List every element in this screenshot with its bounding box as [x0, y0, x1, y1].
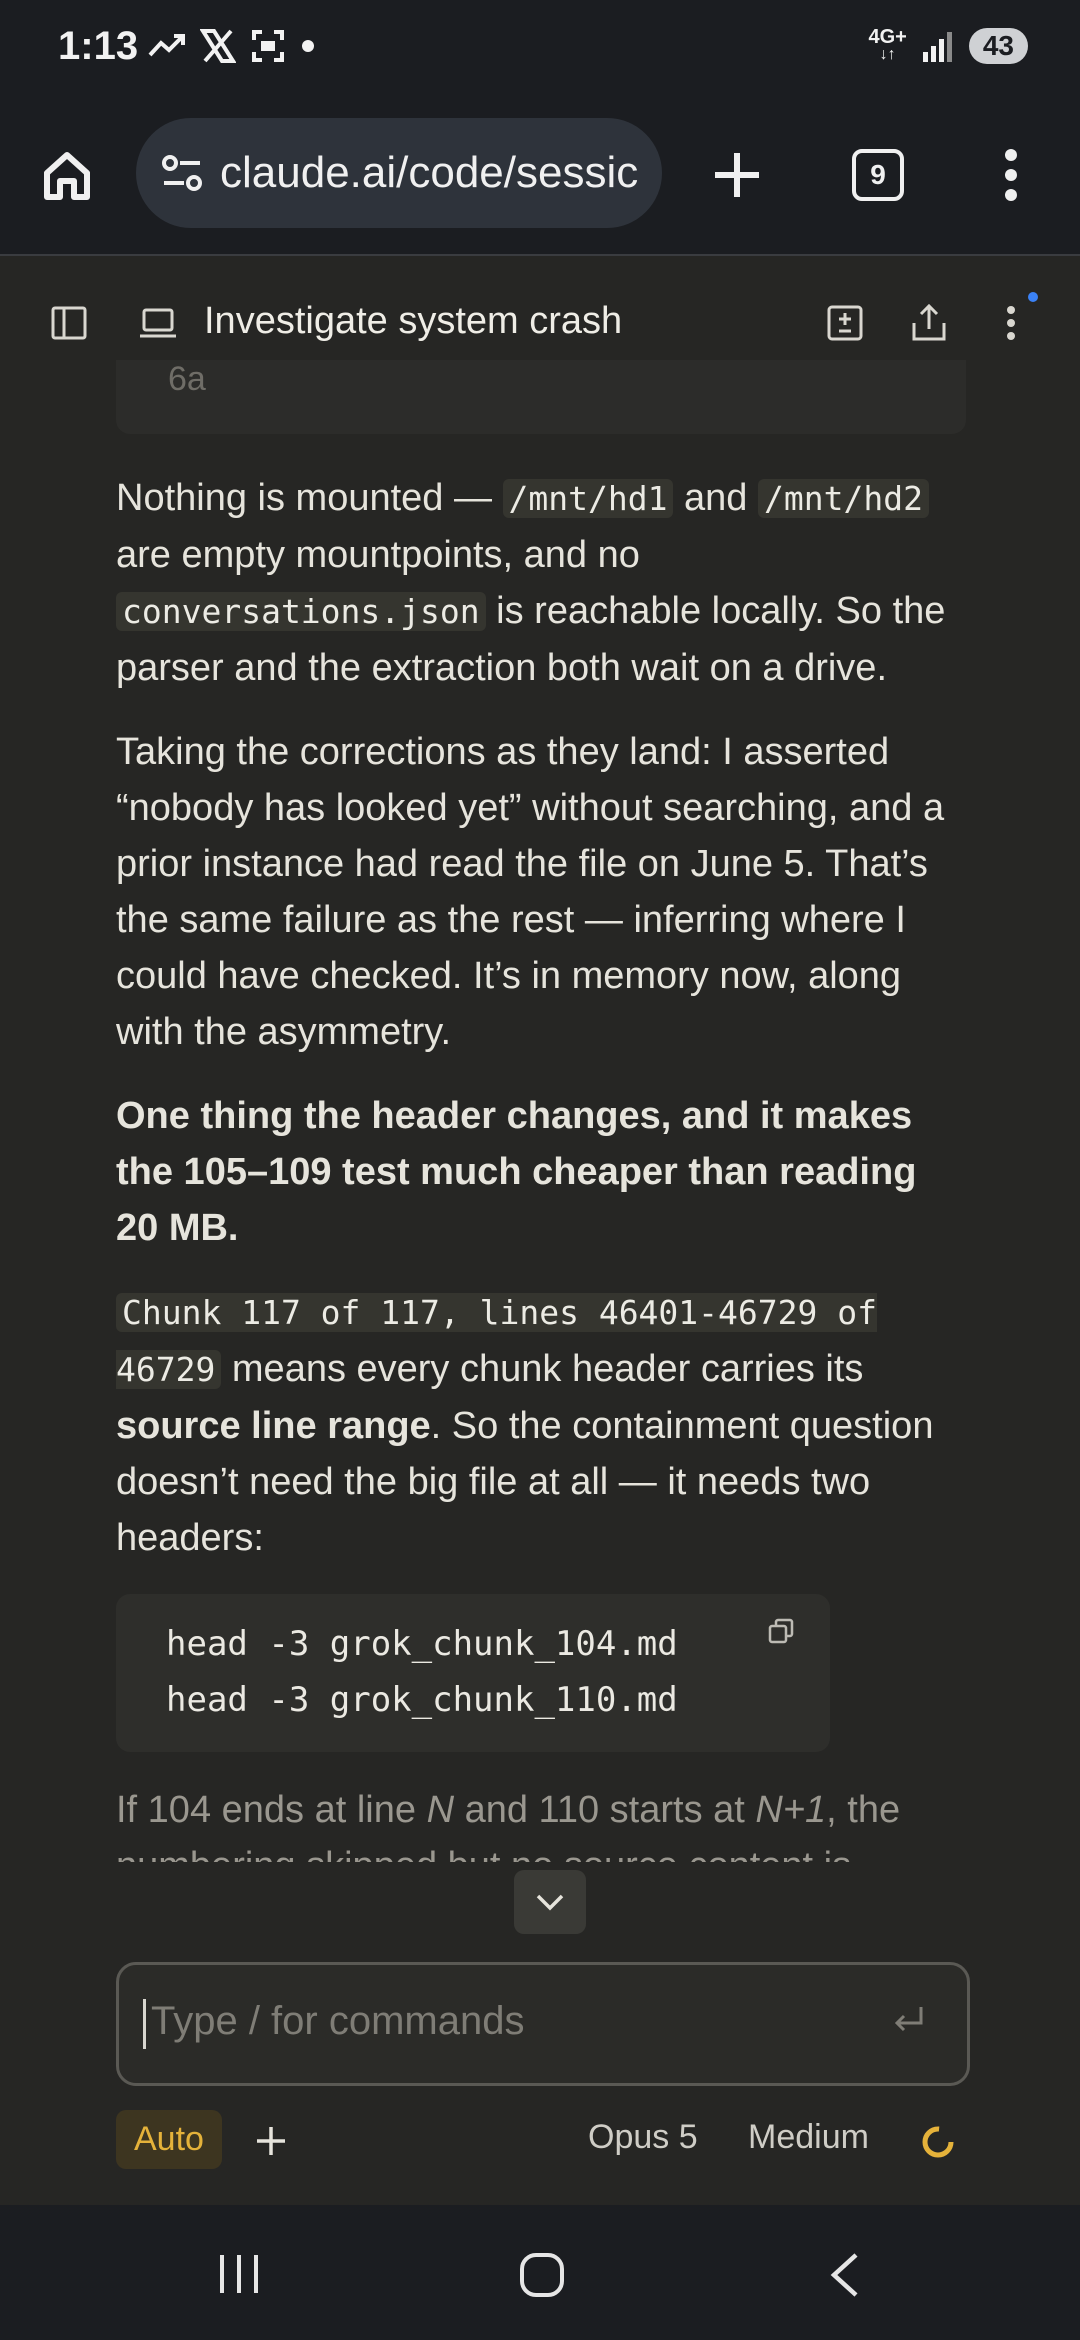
new-tab-button[interactable]: [702, 140, 772, 210]
recents-icon[interactable]: [216, 2251, 262, 2297]
session-menu-button[interactable]: [986, 298, 1036, 348]
x-app-icon: [200, 29, 236, 63]
notification-dot: [1028, 292, 1038, 302]
tabs-count: 9: [852, 149, 904, 201]
system-navigation-bar: [0, 2205, 1080, 2340]
home-nav-icon[interactable]: [518, 2251, 566, 2299]
inline-code: /mnt/hd2: [758, 479, 929, 518]
home-button[interactable]: [32, 140, 102, 210]
address-bar[interactable]: claude.ai/code/sessic: [136, 118, 662, 228]
code-line: head -3 grok_chunk_104.md: [166, 1624, 678, 1664]
inline-code: /mnt/hd1: [502, 479, 674, 518]
status-bar: 1:13 4G+ ↓↑ 43: [0, 0, 1080, 100]
message-paragraph-partial: If 104 ends at line N and 110 starts at …: [116, 1789, 901, 1862]
share-button[interactable]: [904, 298, 954, 348]
plus-icon: [715, 153, 759, 197]
url-text: claude.ai/code/sessic: [220, 148, 639, 197]
home-icon: [44, 152, 90, 200]
network-type: 4G+ ↓↑: [868, 26, 907, 63]
signal-icon: [922, 32, 952, 62]
sidebar-toggle-button[interactable]: [44, 298, 94, 348]
bold-text: source line range: [116, 1405, 431, 1447]
status-time: 1:13: [58, 24, 139, 68]
code-block: head -3 grok_chunk_104.md head -3 grok_c…: [116, 1594, 830, 1752]
battery-indicator: 43: [968, 28, 1028, 64]
mode-auto-button[interactable]: Auto: [116, 2110, 222, 2169]
enter-icon[interactable]: [891, 2005, 925, 2035]
browser-toolbar: claude.ai/code/sessic 9: [0, 100, 1080, 256]
session-title: Investigate system crash: [204, 300, 623, 342]
more-vertical-icon: [1005, 149, 1017, 201]
tab-switcher-button[interactable]: 9: [843, 140, 913, 210]
loading-spinner-icon: [922, 2126, 954, 2158]
back-icon[interactable]: [826, 2251, 862, 2299]
message-paragraph: Nothing is mounted — /mnt/hd1 and /mnt/h…: [116, 477, 946, 689]
diff-icon: [827, 305, 863, 341]
chevron-down-icon: [536, 1894, 564, 1911]
screenshot-icon: [252, 30, 284, 62]
message-paragraph: Taking the corrections as they land: I a…: [116, 731, 945, 1053]
copy-icon[interactable]: [768, 1618, 794, 1644]
scroll-to-bottom-button[interactable]: [514, 1870, 586, 1934]
input-placeholder: Type / for commands: [151, 1999, 525, 2043]
composer-toolbar: Auto Opus 5 Medium: [0, 2110, 1080, 2190]
status-system-icons: 4G+ ↓↑ 43: [868, 26, 1028, 64]
previous-output-text: 6a: [168, 360, 206, 398]
text-caret: [143, 1999, 146, 2049]
previous-output-block: 6a: [116, 360, 966, 434]
add-icon[interactable]: [254, 2124, 288, 2158]
message-heading-paragraph: One thing the header changes, and it mak…: [116, 1095, 917, 1249]
message-paragraph: Chunk 117 of 117, lines 46401-46729 of 4…: [116, 1293, 934, 1559]
site-settings-icon[interactable]: [160, 151, 204, 195]
status-notification-icons: [148, 28, 316, 64]
inline-code: conversations.json: [116, 592, 486, 631]
model-selector[interactable]: Opus 5: [588, 2118, 698, 2157]
browser-menu-button[interactable]: [976, 140, 1046, 210]
code-line: head -3 grok_chunk_110.md: [166, 1680, 678, 1720]
effort-selector[interactable]: Medium: [748, 2118, 869, 2157]
assistant-message: Nothing is mounted — /mnt/hd1 and /mnt/h…: [116, 470, 966, 1890]
more-vertical-icon: [1007, 306, 1015, 340]
share-icon: [912, 303, 946, 341]
diff-button[interactable]: [820, 298, 870, 348]
sidebar-icon: [51, 306, 87, 340]
trending-icon: [148, 34, 185, 57]
dot-icon: [302, 40, 314, 52]
laptop-icon: [140, 308, 176, 338]
command-input[interactable]: Type / for commands: [116, 1962, 970, 2086]
